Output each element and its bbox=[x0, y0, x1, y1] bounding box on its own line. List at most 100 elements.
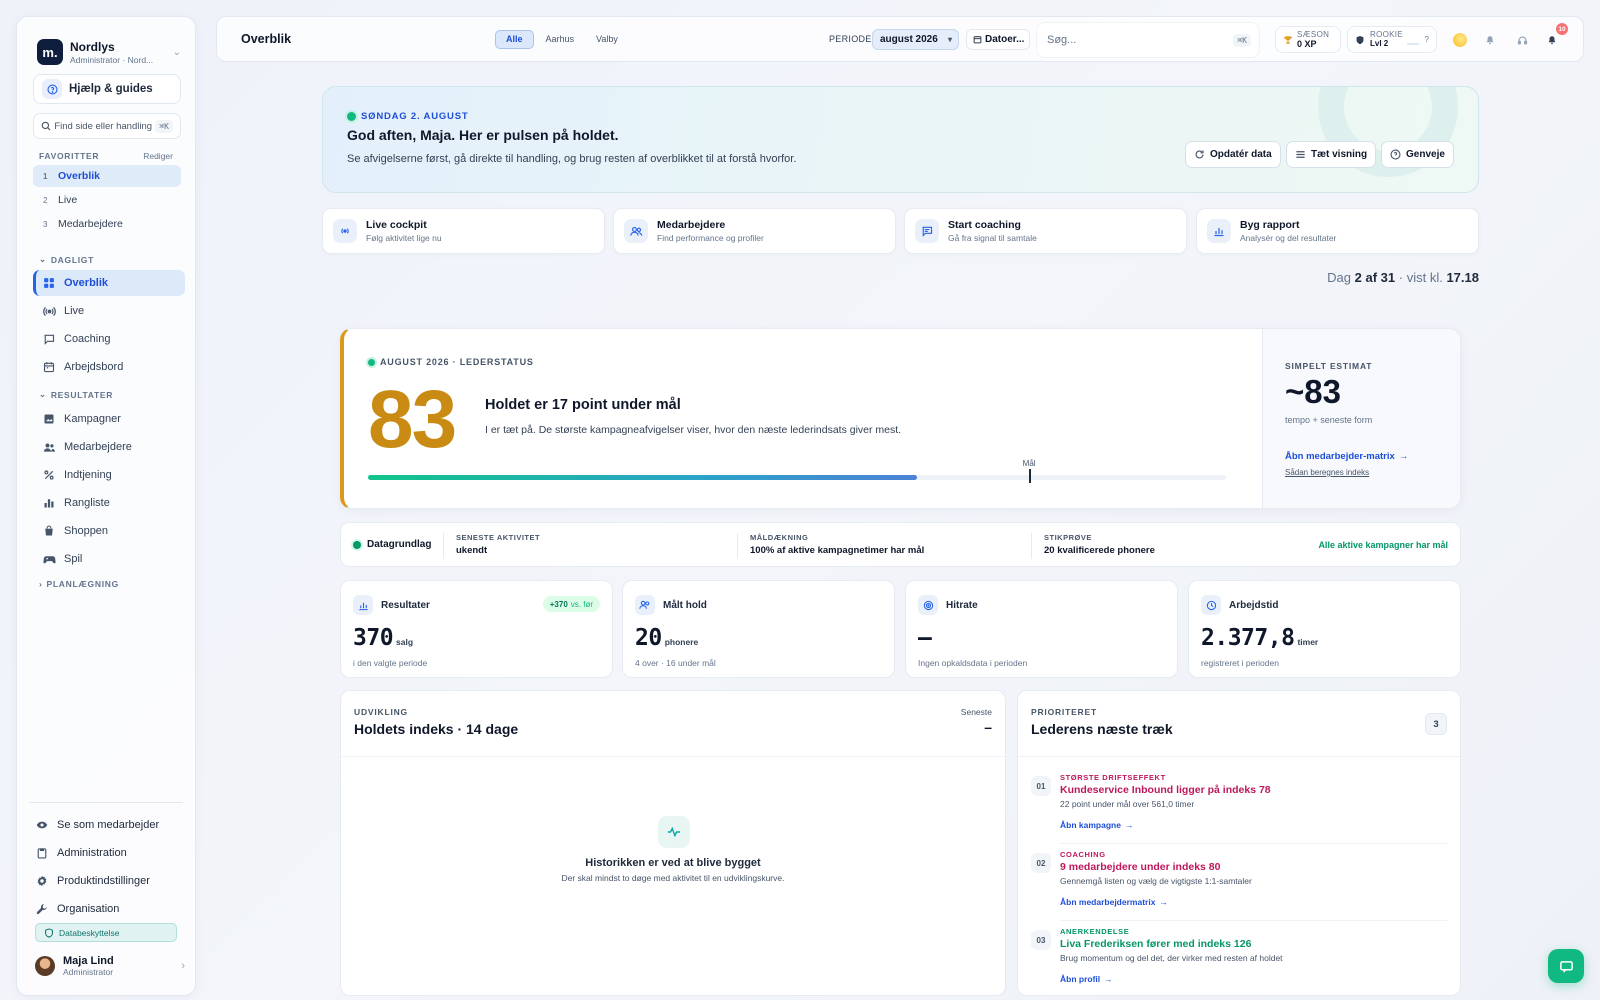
sidebar-product-settings[interactable]: Produktindstillinger bbox=[35, 870, 185, 892]
period-label: PERIODE: bbox=[829, 34, 875, 44]
priority-kicker: ANERKENDELSE bbox=[1060, 927, 1130, 936]
org-switcher[interactable]: m. Nordlys Administrator · Nord... ⌄ bbox=[37, 37, 181, 67]
open-employee-matrix-link[interactable]: Åbn medarbejder-matrix → bbox=[1285, 451, 1408, 462]
open-employee-matrix-label: Åbn medarbejder-matrix bbox=[1285, 451, 1395, 462]
latest-index: Seneste – bbox=[961, 707, 992, 735]
sidebar-item-rangliste[interactable]: Rangliste bbox=[33, 490, 185, 516]
how-index-calculated-link[interactable]: Sådan beregnes indeks bbox=[1285, 468, 1369, 477]
kpi-delta-label: vs. før bbox=[570, 599, 593, 609]
data-basis-row: Datagrundlag SENESTE AKTIVITET ukendt MÅ… bbox=[340, 522, 1461, 567]
notifications-button[interactable]: 10 bbox=[1539, 23, 1568, 53]
rank-level: Lvl 2 bbox=[1370, 39, 1389, 48]
rank-chip[interactable]: ROOKIE Lvl 2 ? bbox=[1347, 26, 1437, 53]
kpi-card-results[interactable]: Resultater +370 vs. før 370 salg i den va… bbox=[340, 580, 613, 678]
sidebar-item-shoppen[interactable]: Shoppen bbox=[33, 518, 185, 544]
section-toggle-resultater[interactable]: ⌄ RESULTATER bbox=[39, 389, 113, 400]
gamepad-icon bbox=[42, 552, 56, 566]
support-button[interactable] bbox=[1509, 27, 1535, 53]
status-dot bbox=[353, 540, 361, 549]
season-chip[interactable]: SÆSON 0 XP bbox=[1275, 26, 1341, 53]
estimate-value: ~83 bbox=[1285, 373, 1341, 410]
quick-action-build-report[interactable]: Byg rapport Analysér og del resultater bbox=[1196, 208, 1479, 254]
sidebar-item-indtjening[interactable]: Indtjening bbox=[33, 462, 185, 488]
data-protection-badge[interactable]: Databeskyttelse bbox=[35, 923, 177, 942]
favorites-edit-link[interactable]: Rediger bbox=[143, 151, 173, 161]
search-input[interactable] bbox=[1047, 34, 1234, 46]
grid-icon bbox=[42, 276, 56, 290]
compact-view-label: Tæt visning bbox=[1311, 149, 1368, 160]
segment-valby[interactable]: Valby bbox=[586, 30, 628, 49]
help-circle-icon bbox=[42, 79, 62, 99]
open-campaign-link[interactable]: Åbn kampagne → bbox=[1060, 820, 1133, 830]
quick-action-live-cockpit[interactable]: Live cockpit Følg aktivitet lige nu bbox=[322, 208, 605, 254]
priority-subtitle: 22 point under mål over 561,0 timer bbox=[1060, 799, 1195, 809]
all-campaigns-have-goals-status: Alle aktive kampagner har mål bbox=[1318, 540, 1448, 550]
theme-toggle[interactable] bbox=[1447, 27, 1473, 53]
sidebar-item-spil[interactable]: Spil bbox=[33, 546, 185, 572]
alerts-button[interactable] bbox=[1477, 27, 1503, 53]
compact-view-button[interactable]: Tæt visning bbox=[1286, 141, 1377, 168]
favorite-item-overblik[interactable]: 1 Overblik bbox=[33, 165, 181, 187]
kpi-card-measured-team[interactable]: Målt hold 20 phonere 4 over · 16 under må… bbox=[622, 580, 895, 678]
sidebar-search[interactable]: Find side eller handling ⌘K bbox=[33, 113, 181, 139]
open-profile-link[interactable]: Åbn profil → bbox=[1060, 974, 1113, 984]
segment-aarhus[interactable]: Aarhus bbox=[536, 30, 585, 49]
refresh-data-button[interactable]: Opdatér data bbox=[1185, 141, 1281, 168]
day-status-time: 17.18 bbox=[1446, 270, 1479, 285]
status-dot bbox=[347, 112, 356, 121]
sample-label: STIKPRØVE bbox=[1044, 533, 1092, 542]
goal-coverage: MÅLDÆKNING 100% af aktive kampagnetimer … bbox=[737, 533, 924, 559]
rank-help-icon[interactable]: ? bbox=[1425, 35, 1429, 44]
org-logo: m. bbox=[37, 39, 63, 65]
favorite-item-live[interactable]: 2 Live bbox=[33, 189, 181, 211]
chat-icon bbox=[42, 332, 56, 346]
kpi-unit: timer bbox=[1297, 637, 1319, 647]
user-role: Administrator bbox=[63, 967, 114, 977]
section-toggle-dagligt[interactable]: ⌄ DAGLIGT bbox=[39, 254, 94, 265]
sidebar-item-live[interactable]: Live bbox=[33, 298, 185, 324]
shortcuts-button[interactable]: Genveje bbox=[1381, 141, 1454, 168]
favorite-item-medarbejdere[interactable]: 3 Medarbejdere bbox=[33, 213, 181, 235]
kpi-subtitle: i den valgte periode bbox=[353, 658, 428, 668]
help-guides-button[interactable]: Hjælp & guides bbox=[33, 74, 181, 104]
kpi-title: Hitrate bbox=[946, 599, 978, 611]
quick-action-start-coaching[interactable]: Start coaching Gå fra signal til samtale bbox=[904, 208, 1187, 254]
leader-status-header: AUGUST 2026 · LEDERSTATUS bbox=[368, 357, 534, 367]
quick-action-title: Medarbejdere bbox=[657, 219, 726, 231]
quick-action-title: Live cockpit bbox=[366, 219, 427, 231]
sidebar-item-overblik[interactable]: Overblik bbox=[33, 270, 185, 296]
sidebar-item-label: Organisation bbox=[57, 903, 120, 915]
development-label: UDVIKLING bbox=[354, 707, 408, 717]
help-circle-icon bbox=[1390, 149, 1401, 160]
kpi-card-hitrate[interactable]: Hitrate – Ingen opkaldsdata i perioden bbox=[905, 580, 1178, 678]
priorities-label: PRIORITERET bbox=[1031, 707, 1097, 717]
sidebar-item-label: Produktindstillinger bbox=[57, 875, 150, 887]
users-icon bbox=[624, 219, 648, 243]
favorite-number: 3 bbox=[43, 219, 48, 229]
section-toggle-planlaegning[interactable]: › PLANLÆGNING bbox=[39, 579, 119, 589]
sidebar-administration[interactable]: Administration bbox=[35, 842, 185, 864]
kpi-delta-value: +370 bbox=[549, 599, 568, 609]
estimate-subtitle: tempo + seneste form bbox=[1285, 415, 1373, 425]
trophy-icon bbox=[1283, 35, 1293, 45]
user-menu[interactable]: Maja Lind Administrator › bbox=[35, 952, 185, 980]
sample: STIKPRØVE 20 kvalificerede phonere bbox=[1031, 533, 1155, 559]
sidebar-item-medarbejdere[interactable]: Medarbejdere bbox=[33, 434, 185, 460]
sidebar-item-kampagner[interactable]: Kampagner bbox=[33, 406, 185, 432]
goal-marker bbox=[1028, 469, 1031, 483]
sidebar: m. Nordlys Administrator · Nord... ⌄ Hjæ… bbox=[16, 16, 196, 996]
segment-alle[interactable]: Alle bbox=[495, 30, 534, 49]
open-employee-matrix-link[interactable]: Åbn medarbejdermatrix → bbox=[1060, 897, 1168, 907]
kpi-card-working-time[interactable]: Arbejdstid 2.377,8 timer registreret i pe… bbox=[1188, 580, 1461, 678]
sidebar-item-coaching[interactable]: Coaching bbox=[33, 326, 185, 352]
period-value: august 2026 bbox=[880, 34, 938, 45]
quick-action-medarbejdere[interactable]: Medarbejdere Find performance og profiler bbox=[613, 208, 896, 254]
sidebar-organisation[interactable]: Organisation bbox=[35, 898, 185, 920]
chat-icon bbox=[915, 219, 939, 243]
chat-button[interactable] bbox=[1548, 949, 1584, 983]
dates-button[interactable]: Datoer... bbox=[966, 29, 1030, 50]
period-select[interactable]: august 2026 ▾ bbox=[872, 29, 959, 50]
sidebar-view-as-employee[interactable]: Se som medarbejder bbox=[35, 814, 185, 836]
bar-chart-icon bbox=[42, 496, 56, 510]
sidebar-item-arbejdsbord[interactable]: Arbejdsbord bbox=[33, 354, 185, 380]
